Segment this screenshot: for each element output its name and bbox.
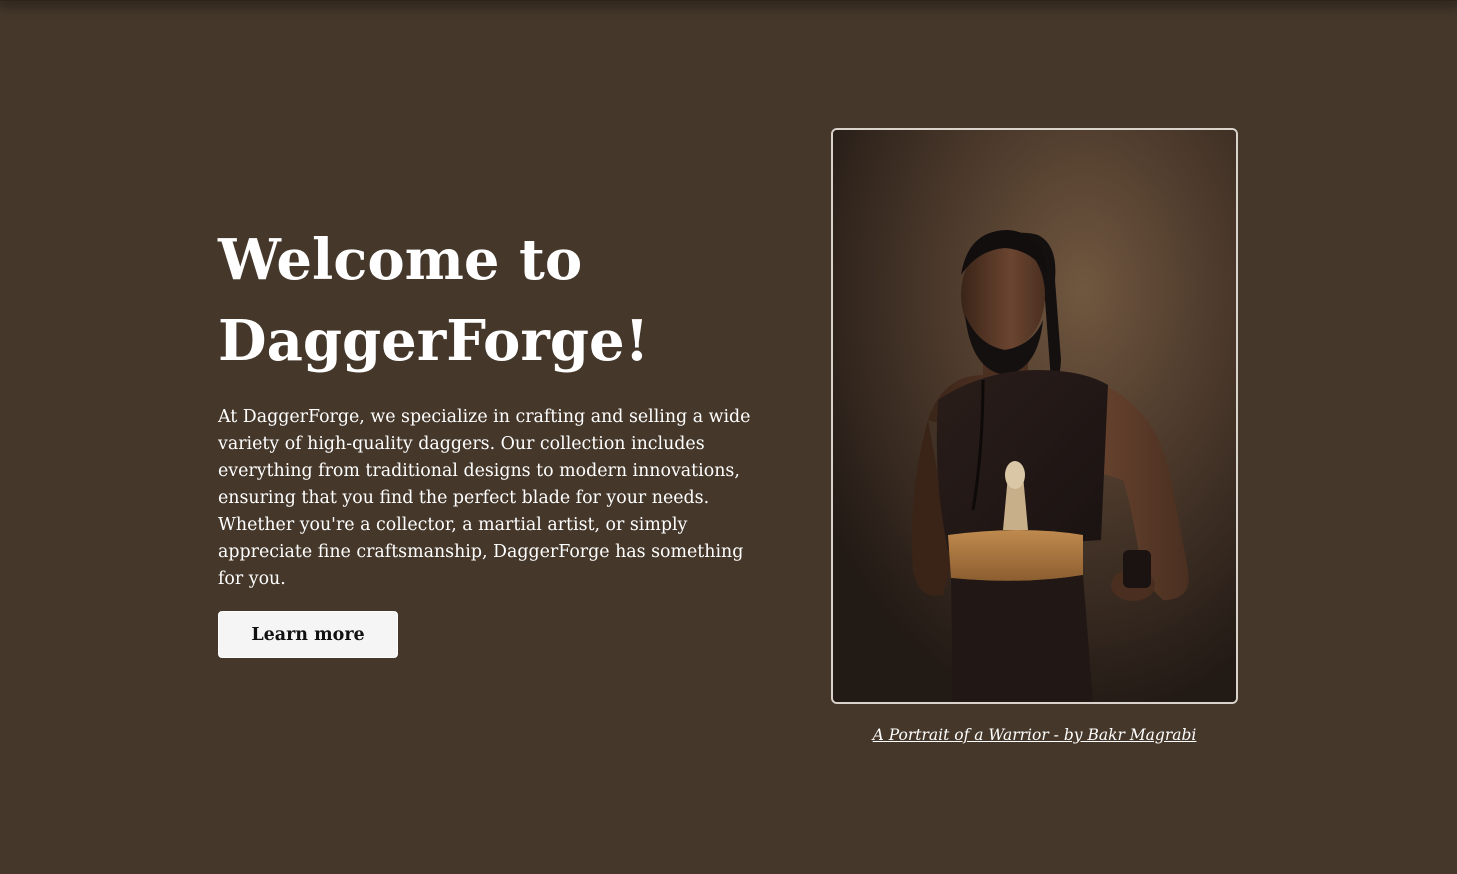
portrait-caption-link[interactable]: A Portrait of a Warrior - by Bakr Magrab… [831, 726, 1238, 744]
learn-more-button[interactable]: Learn more [218, 611, 398, 658]
hero-title-line-2: DaggerForge! [218, 308, 650, 374]
header-shadow [0, 0, 1457, 1]
page: Welcome to DaggerForge! At DaggerForge, … [0, 0, 1457, 874]
warrior-portrait-illustration [833, 130, 1236, 702]
portrait-figure: A Portrait of a Warrior - by Bakr Magrab… [831, 128, 1238, 744]
hero-section: Welcome to DaggerForge! At DaggerForge, … [218, 220, 758, 658]
warrior-portrait-image [831, 128, 1238, 704]
hero-description: At DaggerForge, we specialize in craftin… [218, 407, 751, 589]
hero-title: Welcome to DaggerForge! [218, 220, 758, 382]
hero-title-line-1: Welcome to [218, 227, 583, 293]
